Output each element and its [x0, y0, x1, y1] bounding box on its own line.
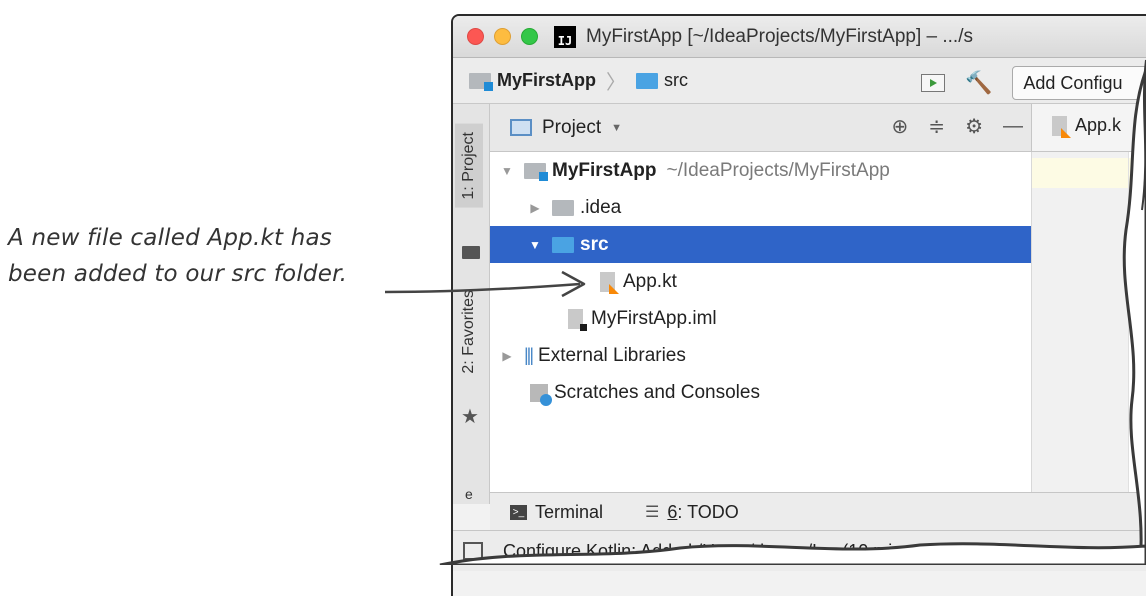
run-window-icon[interactable]	[921, 74, 945, 92]
todo-number: 6	[667, 501, 678, 522]
window-title: MyFirstApp [~/IdeaProjects/MyFirstApp] –…	[586, 25, 973, 47]
ide-window: IJ MyFirstApp [~/IdeaProjects/MyFirstApp…	[451, 14, 1146, 596]
hide-panel-icon[interactable]: —	[1003, 115, 1023, 138]
current-line-highlight	[1129, 158, 1146, 188]
chevron-down-icon[interactable]: ▼	[611, 122, 622, 134]
project-view-icon	[510, 119, 532, 136]
editor-tab-label: App.k	[1075, 115, 1122, 135]
tree-item-idea[interactable]: ▶ .idea	[490, 189, 1031, 226]
truncated-tool-tab[interactable]: e	[465, 486, 473, 502]
src-folder-icon	[636, 72, 658, 89]
breadcrumb-project[interactable]: MyFirstApp	[497, 70, 596, 91]
intellij-logo-icon: IJ	[554, 25, 576, 48]
build-hammer-icon[interactable]: 🔨	[965, 70, 992, 96]
kotlin-file-icon	[1052, 115, 1071, 138]
tree-item-label: External Libraries	[538, 344, 686, 366]
annotation-line-2: been added to our src folder.	[8, 261, 348, 287]
collapse-all-icon[interactable]: ≑	[928, 114, 945, 139]
collapsed-arrow-icon[interactable]: ▶	[528, 201, 542, 215]
tree-item-label: MyFirstApp.iml	[591, 307, 717, 329]
tree-item-path: ~/IdeaProjects/MyFirstApp	[666, 159, 890, 181]
tree-item-label: .idea	[580, 196, 622, 218]
caret-position[interactable]: 1:	[995, 541, 1010, 562]
gear-icon[interactable]: ⚙	[965, 114, 983, 139]
tree-item-label: App.kt	[623, 270, 677, 292]
bottom-tool-bar: >_ Terminal ☰ 6: TODO	[490, 492, 1146, 531]
nav-toolbar: 🔨 Add Configu	[921, 66, 1146, 100]
tree-item-src[interactable]: ▼ src	[490, 226, 1031, 263]
breadcrumb-separator-icon: 〉	[606, 72, 626, 94]
project-panel-header: Project ▼ ⊕ ≑ ⚙ —	[490, 104, 1031, 152]
editor-tab-bar: App.k	[1031, 104, 1146, 152]
module-folder-icon	[524, 162, 548, 181]
tree-item-scratches[interactable]: Scratches and Consoles	[490, 374, 1031, 411]
tree-item-label: MyFirstApp	[552, 159, 657, 181]
locate-target-icon[interactable]: ⊕	[892, 114, 909, 139]
toggle-tool-windows-icon[interactable]	[463, 542, 483, 560]
scratches-icon	[530, 383, 552, 406]
breadcrumb-src[interactable]: src	[664, 70, 688, 91]
expanded-arrow-icon[interactable]: ▼	[500, 164, 514, 178]
minimize-window-button[interactable]	[494, 28, 511, 45]
project-panel: Project ▼ ⊕ ≑ ⚙ — ▼ MyFirstApp ~/IdeaPro…	[490, 104, 1031, 504]
terminal-tool-button[interactable]: >_ Terminal	[510, 502, 603, 523]
list-icon: ☰	[645, 504, 660, 521]
folder-icon	[552, 199, 574, 216]
annotation: A new file called App.kt has been added …	[8, 220, 388, 292]
close-window-button[interactable]	[467, 28, 484, 45]
expanded-arrow-icon[interactable]: ▼	[528, 238, 542, 252]
todo-tool-button[interactable]: ☰ 6: TODO	[645, 502, 739, 523]
code-editor[interactable]	[1031, 152, 1146, 504]
tree-item-label: Scratches and Consoles	[554, 381, 760, 403]
tree-item-label: src	[580, 233, 609, 255]
annotation-line-1: A new file called App.kt has	[8, 225, 332, 251]
left-tool-strip: 1: Project 2: Favorites ★ e	[453, 104, 490, 504]
source-folder-icon	[552, 236, 574, 253]
project-tool-tab[interactable]: 1: Project	[455, 124, 483, 208]
collapsed-arrow-icon[interactable]: ▶	[500, 349, 514, 363]
folder-icon	[462, 246, 480, 259]
favorites-tool-tab[interactable]: 2: Favorites	[455, 282, 483, 382]
terminal-label: Terminal	[535, 501, 604, 522]
star-icon: ★	[461, 406, 479, 428]
tree-item-app-kt[interactable]: App.kt	[490, 263, 1031, 300]
iml-file-icon	[568, 308, 587, 331]
title-bar: IJ MyFirstApp [~/IdeaProjects/MyFirstApp…	[453, 16, 1146, 58]
terminal-icon: >_	[510, 504, 527, 520]
editor-tab-app-kt[interactable]: App.k	[1052, 115, 1122, 138]
library-icon: |||	[524, 345, 534, 365]
tree-item-myfirstapp[interactable]: ▼ MyFirstApp ~/IdeaProjects/MyFirstApp	[490, 152, 1031, 189]
tree-item-external-libraries[interactable]: ▶ ||| External Libraries	[490, 337, 1031, 374]
status-message[interactable]: Configure Kotlin: Added /Users/dawng/L..…	[503, 541, 977, 562]
zoom-window-button[interactable]	[521, 28, 538, 45]
add-configuration-button[interactable]: Add Configu	[1012, 66, 1146, 100]
tree-item-iml[interactable]: MyFirstApp.iml	[490, 300, 1031, 337]
project-view-selector[interactable]: Project	[542, 117, 601, 139]
kotlin-file-icon	[600, 271, 619, 294]
project-folder-icon	[469, 72, 493, 91]
todo-label: : TODO	[677, 501, 739, 522]
editor-gutter	[1032, 152, 1129, 504]
